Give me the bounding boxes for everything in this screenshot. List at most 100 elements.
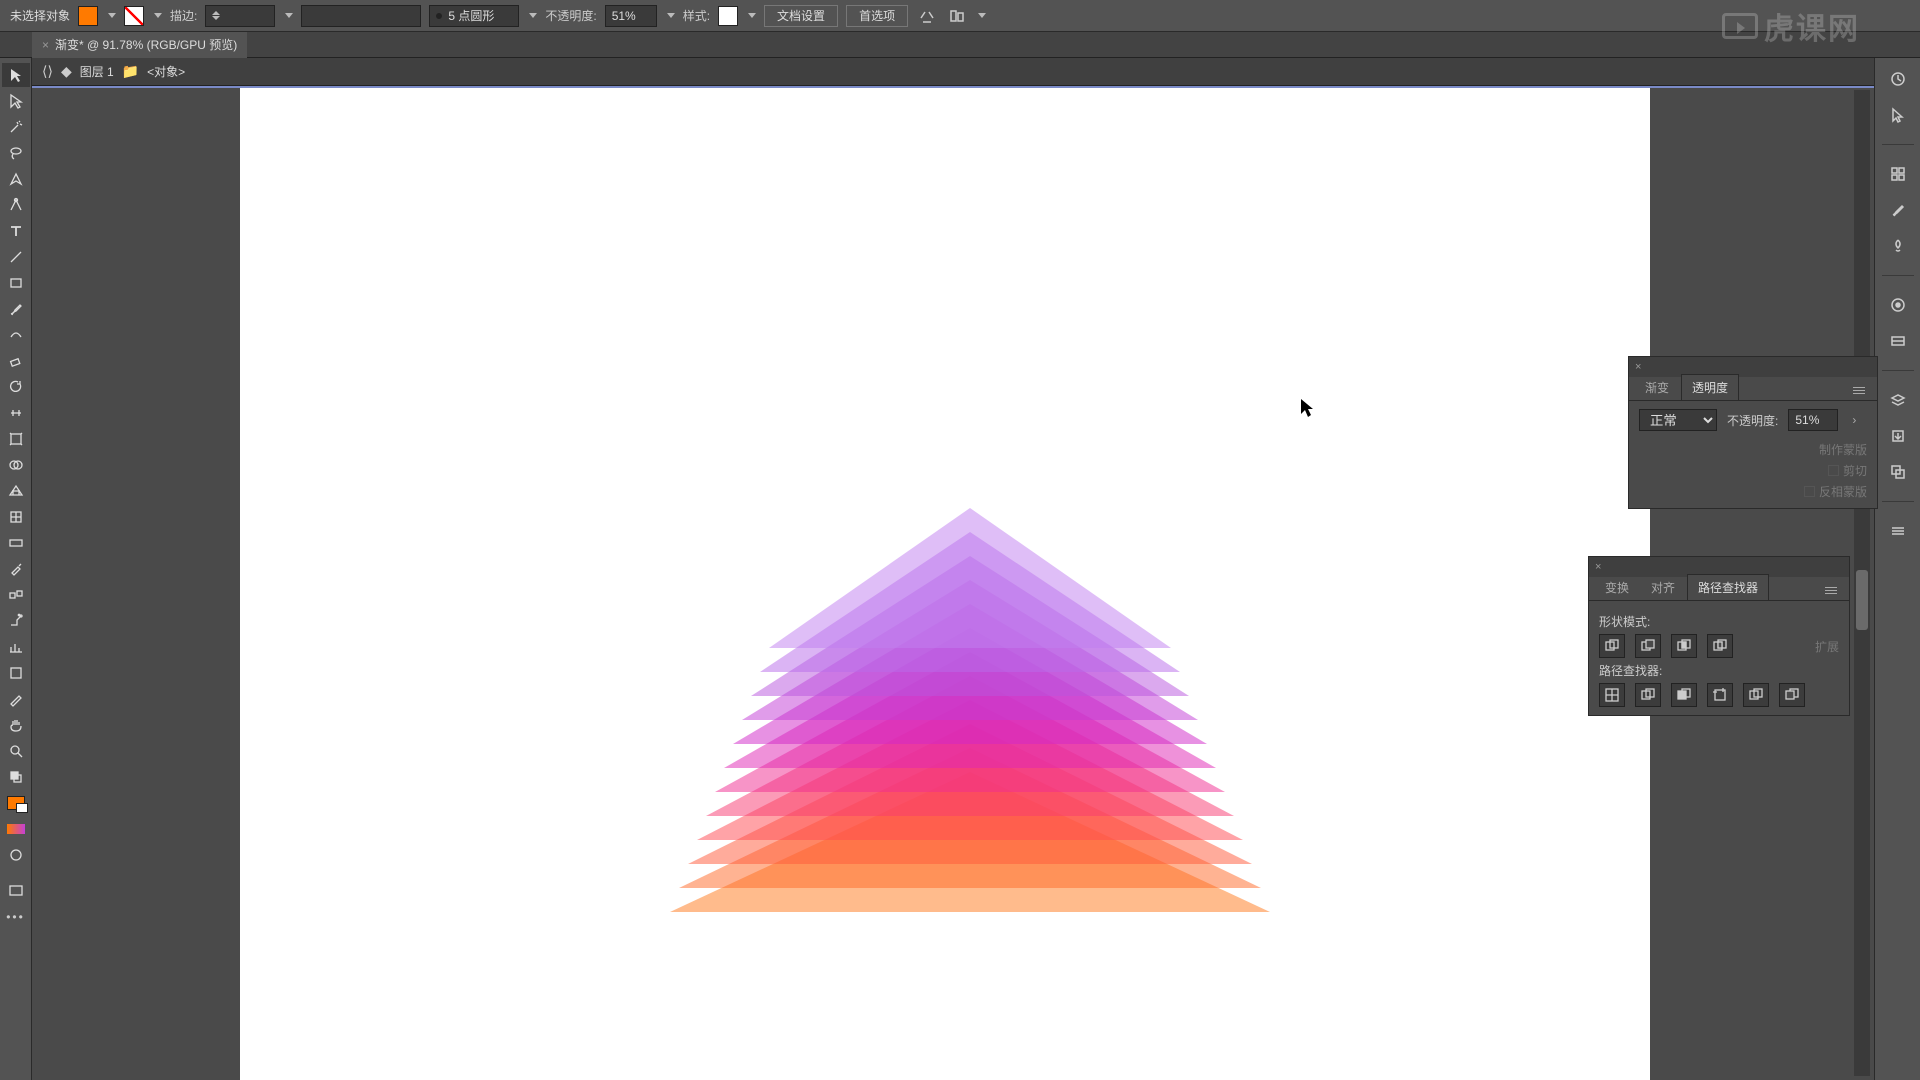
stroke-swatch[interactable] bbox=[124, 6, 144, 26]
chevron-down-icon[interactable] bbox=[667, 13, 675, 18]
stroke-panel-icon[interactable] bbox=[1887, 520, 1909, 542]
eyedropper-tool[interactable] bbox=[2, 557, 30, 581]
outline-button[interactable] bbox=[1743, 683, 1769, 707]
line-tool[interactable] bbox=[2, 245, 30, 269]
paintbrush-tool[interactable] bbox=[2, 297, 30, 321]
chevron-down-icon[interactable] bbox=[154, 13, 162, 18]
symbols-icon[interactable] bbox=[1887, 235, 1909, 257]
tab-pathfinder[interactable]: 路径查找器 bbox=[1687, 574, 1769, 600]
gradient-tool[interactable] bbox=[2, 531, 30, 555]
panel-menu-icon[interactable] bbox=[1847, 381, 1871, 400]
screen-mode-toggle[interactable] bbox=[2, 843, 30, 867]
back-icon[interactable]: ⟨⟩ bbox=[42, 63, 53, 80]
stroke-weight-field[interactable] bbox=[205, 5, 275, 27]
divide-button[interactable] bbox=[1599, 683, 1625, 707]
chevron-right-icon[interactable]: › bbox=[1852, 413, 1856, 427]
close-icon[interactable]: × bbox=[42, 38, 49, 52]
doc-setup-button[interactable]: 文档设置 bbox=[764, 5, 838, 27]
exclude-button[interactable] bbox=[1707, 634, 1733, 658]
unite-button[interactable] bbox=[1599, 634, 1625, 658]
prefs-button[interactable]: 首选项 bbox=[846, 5, 908, 27]
align-icon[interactable] bbox=[946, 5, 968, 27]
fill-swatch[interactable] bbox=[78, 6, 98, 26]
opacity-field[interactable]: 51% bbox=[1788, 409, 1838, 431]
stroke-width-profile[interactable] bbox=[301, 5, 421, 27]
style-label: 样式: bbox=[683, 7, 710, 24]
width-tool[interactable] bbox=[2, 401, 30, 425]
selection-tool[interactable] bbox=[2, 63, 30, 87]
slice-tool[interactable] bbox=[2, 687, 30, 711]
tab-align[interactable]: 对齐 bbox=[1641, 575, 1685, 600]
right-panel-dock bbox=[1874, 58, 1920, 1080]
layers-icon[interactable]: ◆ bbox=[61, 63, 72, 80]
minus-back-button[interactable] bbox=[1779, 683, 1805, 707]
mesh-tool[interactable] bbox=[2, 505, 30, 529]
watermark: 虎课网 bbox=[1722, 4, 1860, 48]
breadcrumb-layer[interactable]: 图层 1 bbox=[80, 63, 114, 80]
hand-tool[interactable] bbox=[2, 713, 30, 737]
direct-selection-tool[interactable] bbox=[2, 89, 30, 113]
free-transform-tool[interactable] bbox=[2, 427, 30, 451]
more-tools[interactable]: ••• bbox=[2, 905, 30, 929]
document-tab[interactable]: × 渐变* @ 91.78% (RGB/GPU 预览) bbox=[32, 32, 247, 58]
chevron-down-icon[interactable] bbox=[285, 13, 293, 18]
shaper-tool[interactable] bbox=[2, 323, 30, 347]
zoom-tool[interactable] bbox=[2, 739, 30, 763]
brushes-icon[interactable] bbox=[1887, 199, 1909, 221]
blend-tool[interactable] bbox=[2, 583, 30, 607]
merge-button[interactable] bbox=[1671, 683, 1697, 707]
pen-tool[interactable] bbox=[2, 167, 30, 191]
gradient-preview[interactable] bbox=[2, 817, 30, 841]
color-icon[interactable] bbox=[1887, 294, 1909, 316]
pathfinder-panel[interactable]: × 变换 对齐 路径查找器 形状模式: 扩展 路径查找器: bbox=[1588, 556, 1850, 716]
chevron-down-icon[interactable] bbox=[978, 13, 986, 18]
close-icon[interactable]: × bbox=[1595, 561, 1601, 573]
expand-button: 扩展 bbox=[1815, 638, 1839, 655]
perspective-tool[interactable] bbox=[2, 479, 30, 503]
trim-button[interactable] bbox=[1635, 683, 1661, 707]
swatches-icon[interactable] bbox=[1887, 163, 1909, 185]
opacity-field[interactable]: 51% bbox=[605, 5, 657, 27]
close-icon[interactable]: × bbox=[1635, 361, 1641, 373]
vertical-scrollbar[interactable] bbox=[1854, 90, 1870, 1076]
chevron-down-icon[interactable] bbox=[529, 13, 537, 18]
cursor-icon[interactable] bbox=[1887, 104, 1909, 126]
brush-profile[interactable]: 5 点圆形 bbox=[429, 5, 519, 27]
intersect-button[interactable] bbox=[1671, 634, 1697, 658]
tab-transform[interactable]: 变换 bbox=[1595, 575, 1639, 600]
curvature-tool[interactable] bbox=[2, 193, 30, 217]
chevron-down-icon[interactable] bbox=[108, 13, 116, 18]
rectangle-tool[interactable] bbox=[2, 271, 30, 295]
blend-mode-select[interactable]: 正常 bbox=[1639, 409, 1717, 431]
tab-gradient[interactable]: 渐变 bbox=[1635, 375, 1679, 400]
transparency-panel[interactable]: × 渐变 透明度 正常 不透明度: 51% › 制作蒙版 剪切 反相蒙版 bbox=[1628, 356, 1878, 509]
shape-builder-tool[interactable] bbox=[2, 453, 30, 477]
artboards-icon[interactable] bbox=[1887, 461, 1909, 483]
type-tool[interactable] bbox=[2, 219, 30, 243]
artboard[interactable] bbox=[240, 88, 1650, 1080]
artboard-tool[interactable] bbox=[2, 661, 30, 685]
tab-transparency[interactable]: 透明度 bbox=[1681, 374, 1739, 400]
isolate-icon[interactable] bbox=[916, 5, 938, 27]
change-screen-icon[interactable] bbox=[2, 879, 30, 903]
column-graph-tool[interactable] bbox=[2, 635, 30, 659]
panel-menu-icon[interactable] bbox=[1819, 581, 1843, 600]
eraser-tool[interactable] bbox=[2, 349, 30, 373]
color-guide-icon[interactable] bbox=[1887, 330, 1909, 352]
toggle-fill-stroke[interactable] bbox=[2, 765, 30, 789]
asset-export-icon[interactable] bbox=[1887, 425, 1909, 447]
fill-stroke-swatches[interactable] bbox=[2, 791, 30, 815]
properties-icon[interactable] bbox=[1887, 68, 1909, 90]
layers-icon[interactable] bbox=[1887, 389, 1909, 411]
scrollbar-thumb[interactable] bbox=[1856, 570, 1868, 630]
style-swatch[interactable] bbox=[718, 6, 738, 26]
magic-wand-tool[interactable] bbox=[2, 115, 30, 139]
lasso-tool[interactable] bbox=[2, 141, 30, 165]
chevron-down-icon[interactable] bbox=[748, 13, 756, 18]
rotate-tool[interactable] bbox=[2, 375, 30, 399]
breadcrumb-object[interactable]: <对象> bbox=[147, 63, 185, 80]
minus-front-button[interactable] bbox=[1635, 634, 1661, 658]
panel-titlebar[interactable]: × bbox=[1629, 357, 1877, 377]
crop-button[interactable] bbox=[1707, 683, 1733, 707]
symbol-sprayer-tool[interactable] bbox=[2, 609, 30, 633]
